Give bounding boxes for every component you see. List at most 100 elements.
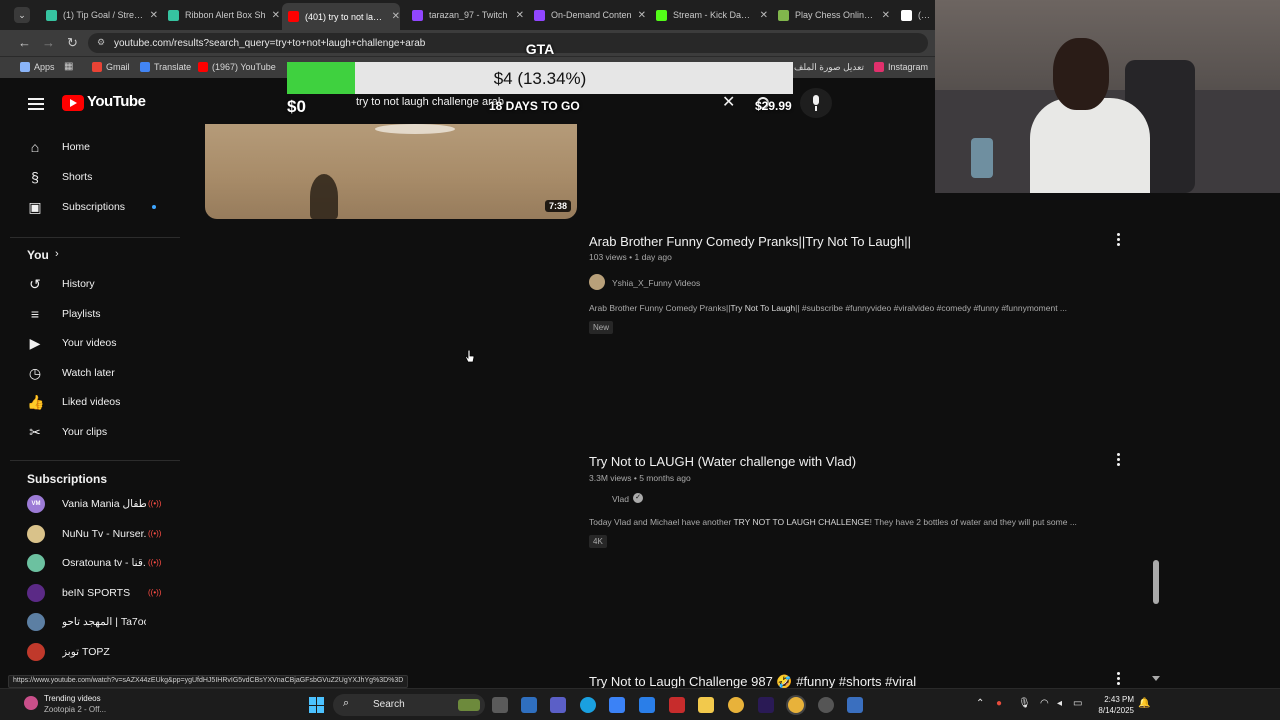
sidebar-item-liked-videos[interactable]: 👍 Liked videos <box>0 387 180 417</box>
close-tab-icon[interactable]: ✕ <box>150 10 158 21</box>
close-tab-icon[interactable]: ✕ <box>272 10 280 21</box>
tab-favicon-icon <box>534 9 545 21</box>
site-info-icon[interactable]: ⚙ <box>97 37 105 48</box>
teams-icon[interactable] <box>550 697 566 713</box>
tab-favicon-icon <box>46 9 57 21</box>
youtube-logo-icon[interactable] <box>62 95 84 111</box>
app-icon[interactable] <box>639 697 655 713</box>
more-options-icon[interactable] <box>1114 233 1122 247</box>
back-icon[interactable]: ← <box>18 35 31 50</box>
store-icon[interactable] <box>521 697 537 713</box>
sidebar-you-heading[interactable]: You › <box>0 240 180 270</box>
close-tab-icon[interactable]: ✕ <box>516 10 524 21</box>
widget-icon[interactable] <box>24 696 38 710</box>
sidebar-item-your-videos[interactable]: ▶ Your videos <box>0 328 180 358</box>
browser-tab[interactable]: Ribbon Alert Box Sh ✕ <box>162 4 280 26</box>
browser-tab[interactable]: tarazan_97 - Twitch ✕ <box>406 4 524 26</box>
bookmark-item[interactable]: (1967) YouTube <box>198 62 276 72</box>
sidebar-item-home[interactable]: ⌂ Home <box>0 132 180 162</box>
subscription-item[interactable]: توبز TOPZ <box>0 637 180 667</box>
forward-icon[interactable]: → <box>42 35 55 50</box>
widget-subtitle: Zootopia 2 - Off... <box>44 705 107 714</box>
home-icon: ⌂ <box>30 139 40 155</box>
tab-search-button[interactable]: ⌄ <box>14 7 30 23</box>
scroll-down-arrow[interactable] <box>1152 676 1160 681</box>
taskbar-search[interactable]: ⌕ <box>333 694 485 716</box>
video-thumbnail[interactable]: 7:38 <box>205 124 577 219</box>
channel-avatar <box>27 524 45 543</box>
clear-search-icon[interactable]: ✕ <box>722 92 735 112</box>
browser-tab[interactable]: (1) Tip Goal / Stream ✕ <box>40 4 158 26</box>
sidebar-item-watch-later[interactable]: ◷ Watch later <box>0 358 180 388</box>
youtube-logo-text: YouTube <box>87 93 146 110</box>
address-text: youtube.com/results?search_query=try+to+… <box>114 38 426 49</box>
bookmark-item[interactable]: Gmail <box>92 62 130 72</box>
subscription-item[interactable]: Osratouna tv - قنا...((•)) <box>0 548 180 578</box>
task-view-icon[interactable] <box>492 697 508 713</box>
subscription-item[interactable]: المهجد تاحو | Ta7oo <box>0 607 180 637</box>
browser-tab[interactable]: Play Chess Online fo ✕ <box>772 4 890 26</box>
battery-icon[interactable]: ▭ <box>1073 698 1082 709</box>
sidebar-item-playlists[interactable]: ≡ Playlists <box>0 299 180 329</box>
bookmark-item[interactable]: Instagram <box>874 62 928 72</box>
microphone-icon[interactable]: 🎙 <box>1018 698 1031 709</box>
bookmark-icon <box>140 62 150 72</box>
close-tab-icon[interactable]: ✕ <box>882 10 890 21</box>
windows-start-icon[interactable] <box>309 697 325 713</box>
file-explorer-icon[interactable] <box>698 697 714 713</box>
more-options-icon[interactable] <box>1114 453 1122 467</box>
browser-tab[interactable]: (1) Ga <box>895 4 935 26</box>
subscriptions-heading: Subscriptions <box>27 472 108 486</box>
reload-icon[interactable]: ↻ <box>67 35 78 51</box>
notifications-icon[interactable]: 🔔 <box>1138 698 1150 709</box>
goal-title: GTA <box>525 41 555 57</box>
subscription-item[interactable]: NuNu Tv - Nurser... ((•)) <box>0 519 180 549</box>
close-tab-icon[interactable]: ✕ <box>392 11 400 22</box>
close-tab-icon[interactable]: ✕ <box>760 10 768 21</box>
more-options-icon[interactable] <box>1114 672 1122 686</box>
sidebar-item-your-clips[interactable]: ✂ Your clips <box>0 417 180 447</box>
premiere-icon[interactable] <box>758 697 774 713</box>
search-input[interactable]: try to not laugh challenge arab <box>356 96 504 108</box>
webcam-person-head <box>1053 38 1109 110</box>
chrome-active-icon[interactable] <box>788 697 804 713</box>
verified-icon: ✓ <box>633 493 643 503</box>
scrollbar-thumb[interactable] <box>1153 560 1159 604</box>
copilot-icon[interactable] <box>609 697 625 713</box>
bookmark-item[interactable]: Apps <box>20 62 55 72</box>
mcafee-tray-icon[interactable]: ● <box>996 698 1002 709</box>
chevron-up-icon[interactable]: ⌃ <box>976 698 984 709</box>
sidebar: ⌂ Home § Shorts ▣ Subscriptions You › ↺ Histor… <box>0 124 180 674</box>
chrome-icon[interactable] <box>728 697 744 713</box>
video-title[interactable]: Try Not to LAUGH (Water challenge with V… <box>589 454 856 469</box>
browser-tab[interactable]: Stream - Kick Dashb ✕ <box>650 4 768 26</box>
subscription-item[interactable]: beIN SPORTS ((•)) <box>0 578 180 608</box>
subscription-item[interactable]: VMVania Mania اطفال...((•)) <box>0 489 180 519</box>
channel-avatar: VM <box>27 495 45 513</box>
browser-tab[interactable]: (401) try to not laugh ✕ <box>282 3 400 30</box>
channel-avatar[interactable] <box>589 274 605 290</box>
browser-tab[interactable]: On-Demand Conten ✕ <box>528 4 646 26</box>
widget-title[interactable]: Trending videos <box>44 694 101 703</box>
shield-icon[interactable] <box>847 697 863 713</box>
voice-search-icon[interactable] <box>800 88 832 118</box>
apps-grid-icon[interactable]: ▦ <box>64 61 73 72</box>
live-icon: ((•)) <box>148 587 162 597</box>
close-tab-icon[interactable]: ✕ <box>638 10 646 21</box>
volume-icon[interactable]: ◂ <box>1057 698 1062 709</box>
new-content-dot <box>152 205 156 209</box>
obs-icon[interactable] <box>818 697 834 713</box>
bookmark-item[interactable]: Translate <box>140 62 191 72</box>
sidebar-item-history[interactable]: ↺ History <box>0 269 180 299</box>
sidebar-item-shorts[interactable]: § Shorts <box>0 162 180 192</box>
tab-favicon-icon <box>778 9 789 21</box>
channel-name[interactable]: Yshia_X_Funny Videos <box>612 278 700 288</box>
sidebar-item-subscriptions[interactable]: ▣ Subscriptions <box>0 192 180 222</box>
channel-name[interactable]: Vlad <box>612 494 629 504</box>
wifi-icon[interactable]: ◠ <box>1040 698 1049 709</box>
video-title[interactable]: Arab Brother Funny Comedy Pranks||Try No… <box>589 234 911 249</box>
menu-icon[interactable] <box>28 95 44 113</box>
edge-icon[interactable] <box>580 697 596 713</box>
mcafee-icon[interactable] <box>669 697 685 713</box>
system-clock[interactable]: 2:43 PM 8/14/2025 <box>1094 694 1134 716</box>
